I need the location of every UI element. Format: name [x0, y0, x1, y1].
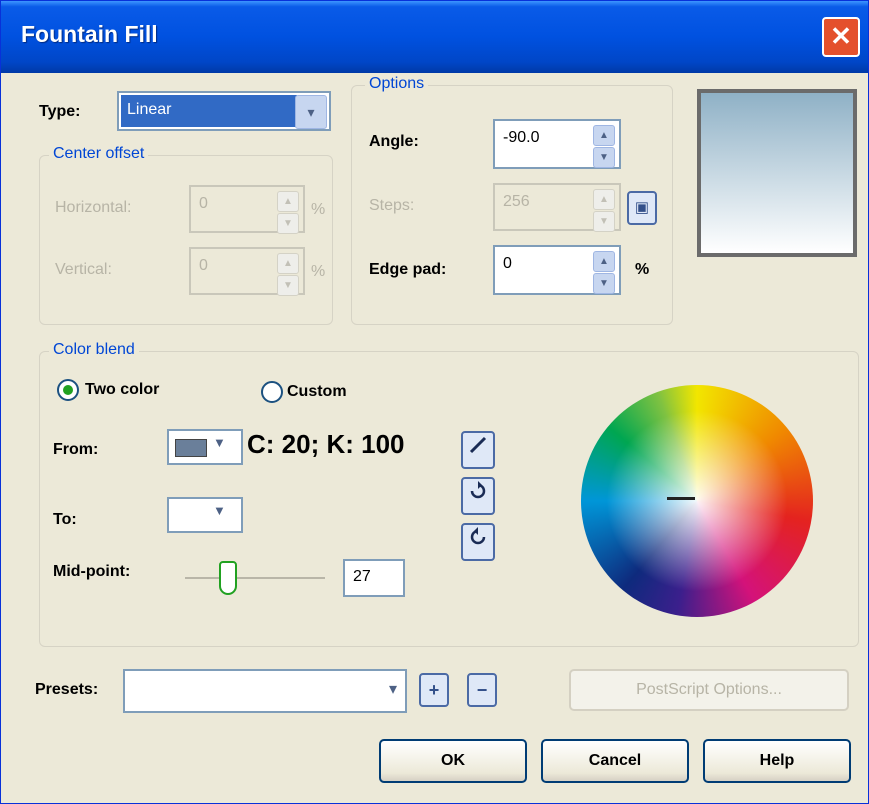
- angle-spinner[interactable]: ▲ ▼: [593, 125, 615, 168]
- color-blend-legend: Color blend: [49, 341, 139, 359]
- horizontal-field: 0 ▲ ▼: [189, 185, 305, 234]
- to-label: To:: [53, 511, 77, 528]
- center-offset-legend: Center offset: [49, 145, 149, 163]
- title-bar[interactable]: Fountain Fill ✕: [1, 1, 868, 73]
- options-legend: Options: [365, 75, 429, 93]
- two-color-radio[interactable]: [57, 379, 79, 401]
- dialog-body: Type: Linear ▾ Center offset Horizontal:…: [5, 73, 865, 801]
- color-wheel[interactable]: [581, 385, 813, 617]
- from-color-swatch: [175, 439, 207, 457]
- fountain-fill-dialog: Fountain Fill ✕ Type: Linear ▾ Center of…: [0, 0, 869, 804]
- from-color-picker[interactable]: ▼: [167, 429, 243, 465]
- presets-combo[interactable]: ▾: [123, 669, 407, 713]
- color-wheel-indicator: [667, 497, 695, 500]
- steps-label: Steps:: [369, 197, 415, 214]
- custom-radio[interactable]: [261, 381, 283, 403]
- vertical-spinner: ▲ ▼: [277, 253, 299, 296]
- close-button[interactable]: ✕: [822, 17, 860, 57]
- midpoint-field[interactable]: 27: [343, 559, 405, 597]
- chevron-down-icon[interactable]: ▾: [389, 679, 397, 699]
- horizontal-value: 0: [199, 195, 208, 212]
- from-label: From:: [53, 441, 99, 458]
- horizontal-unit: %: [311, 201, 326, 218]
- midpoint-label: Mid-point:: [53, 563, 131, 580]
- steps-spinner: ▲ ▼: [593, 189, 615, 232]
- fill-preview[interactable]: [697, 89, 857, 257]
- horizontal-spinner: ▲ ▼: [277, 191, 299, 234]
- two-color-label[interactable]: Two color: [85, 381, 159, 399]
- horizontal-label: Horizontal:: [55, 199, 132, 216]
- edge-pad-label: Edge pad:: [369, 261, 447, 278]
- midpoint-slider-track[interactable]: [185, 577, 325, 579]
- lock-icon[interactable]: ▣: [627, 191, 657, 225]
- clockwise-blend-icon[interactable]: [461, 477, 495, 515]
- add-preset-button[interactable]: +: [419, 673, 449, 707]
- chevron-down-icon[interactable]: ▾: [295, 95, 327, 129]
- window-title: Fountain Fill: [21, 21, 158, 47]
- angle-label: Angle:: [369, 133, 419, 150]
- edge-pad-field[interactable]: 0 ▲ ▼: [493, 245, 621, 295]
- vertical-label: Vertical:: [55, 261, 112, 278]
- midpoint-slider-thumb[interactable]: [219, 561, 237, 595]
- vertical-unit: %: [311, 263, 326, 280]
- type-label: Type:: [39, 103, 81, 120]
- chevron-down-icon: ▼: [213, 435, 226, 450]
- center-offset-group: [39, 155, 333, 325]
- midpoint-value: 27: [353, 568, 371, 585]
- ok-button[interactable]: OK: [379, 739, 527, 783]
- angle-value: -90.0: [503, 129, 540, 146]
- type-select[interactable]: Linear ▾: [117, 91, 331, 131]
- remove-preset-button[interactable]: −: [467, 673, 497, 707]
- eyedropper-icon[interactable]: [461, 431, 495, 469]
- to-color-picker[interactable]: ▼: [167, 497, 243, 533]
- angle-field[interactable]: -90.0 ▲ ▼: [493, 119, 621, 169]
- cancel-button[interactable]: Cancel: [541, 739, 689, 783]
- postscript-options-button: PostScript Options...: [569, 669, 849, 711]
- presets-label: Presets:: [35, 681, 99, 698]
- edge-pad-spinner[interactable]: ▲ ▼: [593, 251, 615, 294]
- counterclockwise-blend-icon[interactable]: [461, 523, 495, 561]
- type-value: Linear: [127, 101, 172, 118]
- steps-field: 256 ▲ ▼: [493, 183, 621, 232]
- help-button[interactable]: Help: [703, 739, 851, 783]
- edge-pad-value: 0: [503, 255, 512, 272]
- custom-label[interactable]: Custom: [287, 383, 347, 401]
- vertical-value: 0: [199, 257, 208, 274]
- to-color-swatch: [175, 507, 205, 523]
- from-color-text: C: 20; K: 100: [247, 429, 405, 459]
- chevron-down-icon: ▼: [213, 503, 226, 518]
- vertical-field: 0 ▲ ▼: [189, 247, 305, 296]
- steps-value: 256: [503, 193, 530, 210]
- edge-pad-unit: %: [635, 261, 650, 278]
